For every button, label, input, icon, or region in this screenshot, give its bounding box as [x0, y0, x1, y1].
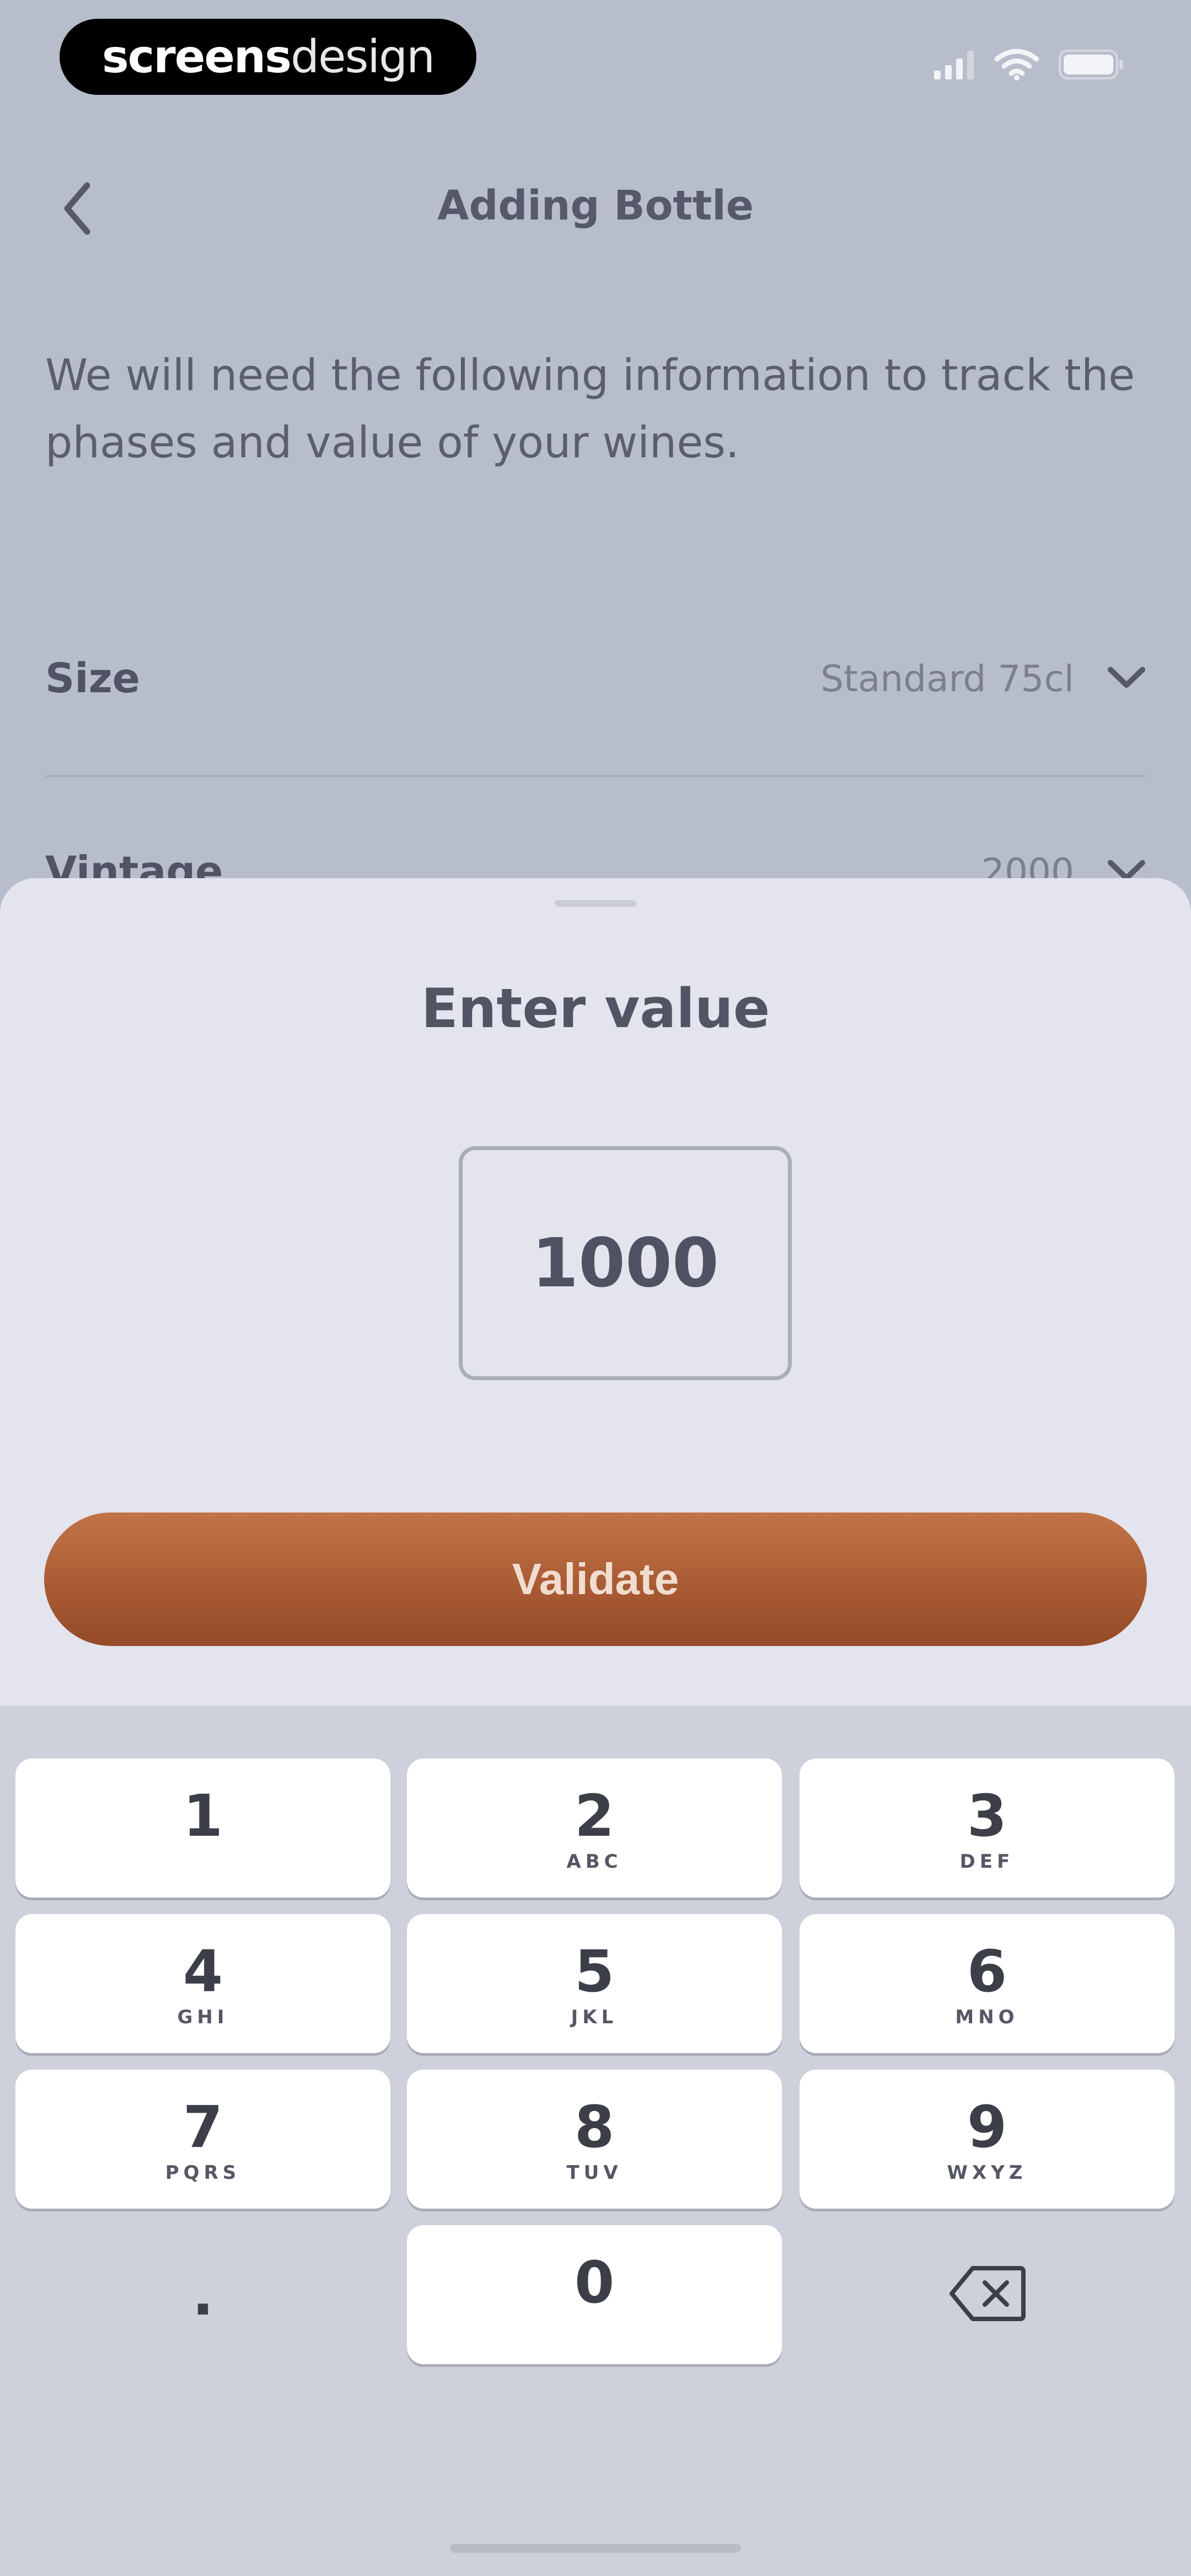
size-selector[interactable]: Standard 75cl [820, 658, 1146, 700]
screen: screens design Adding Bottle We will nee… [0, 0, 1191, 2576]
key-digit: 4 [183, 1938, 223, 2005]
key-letters: ABC [566, 1851, 623, 1873]
size-row[interactable]: Size Standard 75cl [45, 623, 1146, 734]
key-8[interactable]: 8 TUV [407, 2070, 782, 2209]
size-value: Standard 75cl [820, 657, 1074, 700]
key-digit: 7 [183, 2093, 223, 2161]
key-digit: 5 [574, 1938, 615, 2005]
key-3[interactable]: 3 DEF [800, 1759, 1174, 1898]
chevron-down-icon [1107, 665, 1146, 692]
key-6[interactable]: 6 MNO [800, 1914, 1174, 2053]
key-letters: JKL [571, 2006, 618, 2028]
numeric-keypad: 1 2 ABC 3 DEF 4 GHI 5 JKL 6 MNO 7 PQRS 8 [0, 1706, 1191, 2576]
key-digit: 8 [574, 2093, 615, 2161]
key-delete[interactable] [800, 2225, 1174, 2364]
key-2[interactable]: 2 ABC [407, 1759, 782, 1898]
key-digit: 9 [967, 2093, 1007, 2161]
wifi-icon [994, 48, 1039, 83]
key-letters: DEF [959, 1851, 1015, 1873]
brand-text-bold: screens [101, 30, 292, 83]
key-letters: WXYZ [947, 2162, 1027, 2184]
key-digit: 0 [574, 2249, 615, 2316]
brand-watermark: screens design [60, 19, 476, 95]
validate-button[interactable]: Validate [44, 1513, 1147, 1646]
key-letters: MNO [955, 2006, 1019, 2028]
key-1[interactable]: 1 [15, 1759, 390, 1898]
value-input[interactable]: 1000 [459, 1146, 792, 1380]
key-4[interactable]: 4 GHI [15, 1914, 390, 2053]
key-7[interactable]: 7 PQRS [15, 2070, 390, 2209]
size-label: Size [45, 655, 140, 702]
key-letters: PQRS [165, 2162, 241, 2184]
home-indicator [450, 2544, 741, 2553]
page-title: Adding Bottle [437, 182, 754, 229]
key-letters: GHI [177, 2006, 229, 2028]
key-digit: 6 [967, 1938, 1007, 2005]
intro-text: We will need the following information t… [45, 351, 1135, 468]
key-letters: TUV [566, 2162, 623, 2184]
key-0[interactable]: 0 [407, 2225, 782, 2364]
row-divider [45, 775, 1146, 777]
backspace-icon [948, 2265, 1026, 2324]
status-icons [934, 46, 1125, 85]
sheet-grabber[interactable] [555, 900, 636, 907]
key-5[interactable]: 5 JKL [407, 1914, 782, 2053]
brand-text-light: design [291, 30, 435, 83]
key-digit: 1 [183, 1782, 223, 1850]
sheet-title: Enter value [421, 977, 770, 1040]
cellular-signal-icon [934, 50, 975, 82]
battery-icon [1059, 49, 1125, 83]
key-9[interactable]: 9 WXYZ [800, 2070, 1174, 2209]
enter-value-sheet: Enter value 1000 Validate [0, 878, 1191, 1706]
key-decimal[interactable]: . [15, 2225, 390, 2364]
key-digit: 3 [967, 1782, 1007, 1850]
key-digit: 2 [574, 1782, 615, 1850]
key-digit: . [192, 2261, 214, 2328]
